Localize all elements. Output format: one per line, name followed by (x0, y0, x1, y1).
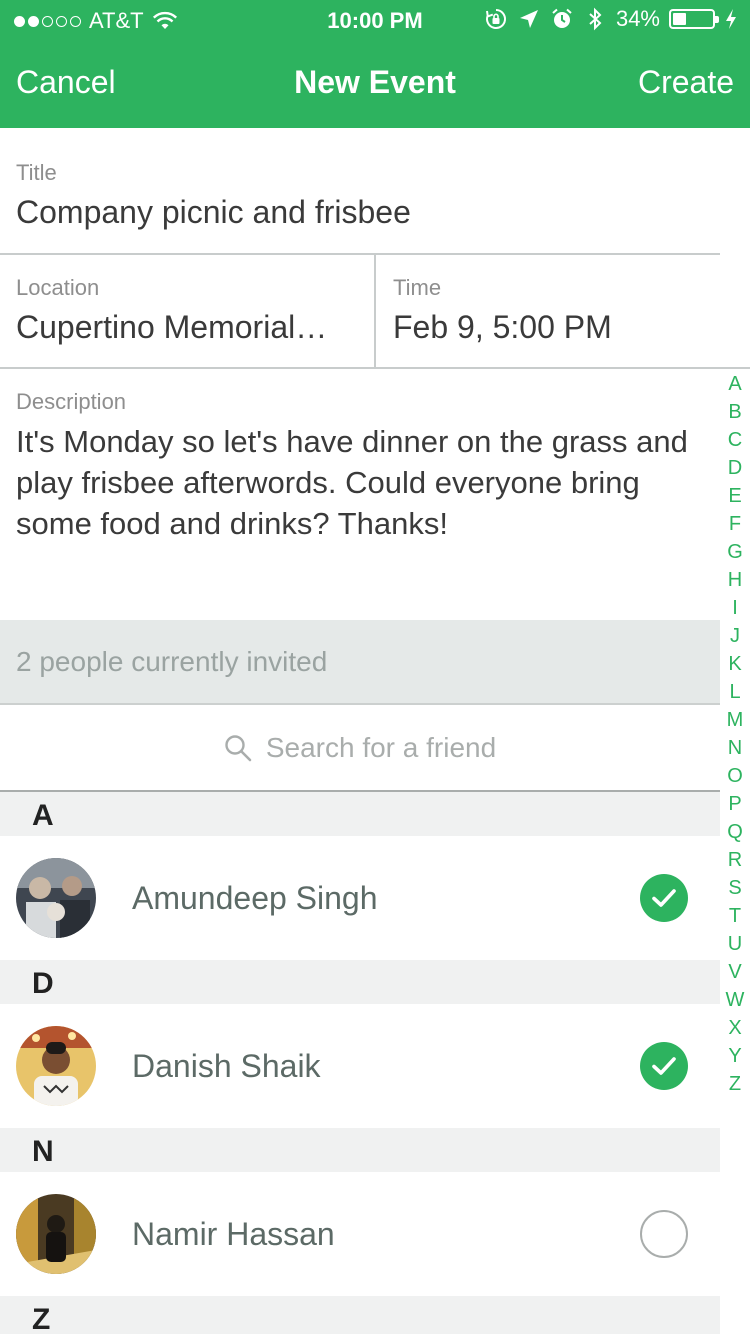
description-input[interactable]: It's Monday so let's have dinner on the … (16, 421, 704, 544)
title-field[interactable]: Title Company picnic and frisbee (0, 128, 720, 255)
battery-icon (669, 9, 719, 29)
selected-checkmark[interactable] (640, 1042, 688, 1090)
section-header-d: D (0, 960, 720, 1004)
friend-row-danish-shaik[interactable]: Danish Shaik (0, 1004, 720, 1128)
invited-count-banner: 2 people currently invited (0, 620, 720, 705)
alphabet-index-letter[interactable]: R (728, 846, 742, 874)
alphabet-index-letter[interactable]: A (728, 370, 741, 398)
alphabet-index-letter[interactable]: T (729, 902, 741, 930)
friend-name: Amundeep Singh (132, 880, 378, 916)
alphabet-index-letter[interactable]: K (728, 650, 741, 678)
alphabet-index-letter[interactable]: C (728, 426, 742, 454)
create-button[interactable]: Create (638, 64, 734, 101)
alphabet-index-letter[interactable]: Z (729, 1070, 741, 1098)
location-field[interactable]: Location Cupertino Memorial… (0, 255, 376, 369)
alphabet-index-letter[interactable]: E (728, 482, 741, 510)
section-header-z: Z (0, 1296, 720, 1334)
avatar (16, 1194, 96, 1274)
alphabet-index-letter[interactable]: P (728, 790, 741, 818)
search-placeholder: Search for a friend (265, 731, 497, 763)
section-header-n: N (0, 1128, 720, 1172)
description-label: Description (16, 389, 127, 414)
friend-row-namir-hassan[interactable]: Namir Hassan (0, 1172, 720, 1296)
avatar (16, 1026, 96, 1106)
alphabet-index-letter[interactable]: G (727, 538, 743, 566)
alphabet-index-letter[interactable]: S (728, 874, 741, 902)
checkmark-icon (652, 1057, 676, 1075)
alphabet-index-letter[interactable]: I (732, 594, 738, 622)
friend-name: Danish Shaik (132, 1048, 321, 1084)
charging-bolt-icon (726, 9, 736, 29)
alphabet-index-letter[interactable]: W (726, 986, 745, 1014)
alphabet-index-letter[interactable]: X (728, 1014, 741, 1042)
friend-search-input[interactable]: Search for a friend (0, 705, 720, 792)
battery-fill (673, 13, 686, 25)
title-input[interactable]: Company picnic and frisbee (16, 194, 704, 231)
alphabet-index-letter[interactable]: B (728, 398, 741, 426)
time-label: Time (393, 275, 442, 300)
avatar (16, 858, 96, 938)
location-input[interactable]: Cupertino Memorial… (16, 309, 358, 346)
section-header-a: A (0, 792, 720, 836)
alphabet-index-letter[interactable]: Y (728, 1042, 741, 1070)
alphabet-index-letter[interactable]: U (728, 930, 742, 958)
alphabet-index-letter[interactable]: D (728, 454, 742, 482)
location-arrow-icon (519, 10, 538, 28)
alphabet-index-letter[interactable]: O (727, 762, 743, 790)
status-bar: AT&T 10:00 PM 34% (0, 0, 750, 40)
friend-name: Namir Hassan (132, 1216, 335, 1252)
alphabet-index-letter[interactable]: H (728, 566, 742, 594)
rotation-lock-icon (485, 9, 506, 29)
alarm-clock-icon (552, 8, 572, 28)
checkmark-icon (652, 889, 676, 907)
alphabet-index-letter[interactable]: L (729, 678, 740, 706)
bluetooth-icon (589, 7, 602, 31)
battery-percentage: 34% (615, 6, 660, 31)
alphabet-index-letter[interactable]: J (730, 622, 740, 650)
alphabet-index-letter[interactable]: N (728, 734, 742, 762)
navigation-bar: Cancel New Event Create (0, 40, 750, 128)
alphabet-index-letter[interactable]: M (727, 706, 744, 734)
location-label: Location (16, 275, 100, 300)
title-label: Title (16, 160, 57, 185)
time-field[interactable]: Time Feb 9, 5:00 PM (376, 255, 750, 369)
time-input[interactable]: Feb 9, 5:00 PM (393, 309, 734, 346)
alphabet-index[interactable]: ABCDEFGHIJKLMNOPQRSTUVWXYZ (720, 370, 750, 1098)
friend-row-amundeep-singh[interactable]: Amundeep Singh (0, 836, 720, 960)
status-right: 34% (484, 6, 738, 32)
alphabet-index-letter[interactable]: Q (727, 818, 743, 846)
unselected-circle[interactable] (640, 1210, 688, 1258)
alphabet-index-letter[interactable]: V (728, 958, 741, 986)
alphabet-index-letter[interactable]: F (729, 510, 741, 538)
header: AT&T 10:00 PM 34% Cancel New Event Creat… (0, 0, 750, 128)
selected-checkmark[interactable] (640, 874, 688, 922)
description-field[interactable]: Description It's Monday so let's have di… (0, 369, 720, 620)
search-icon (225, 734, 252, 761)
